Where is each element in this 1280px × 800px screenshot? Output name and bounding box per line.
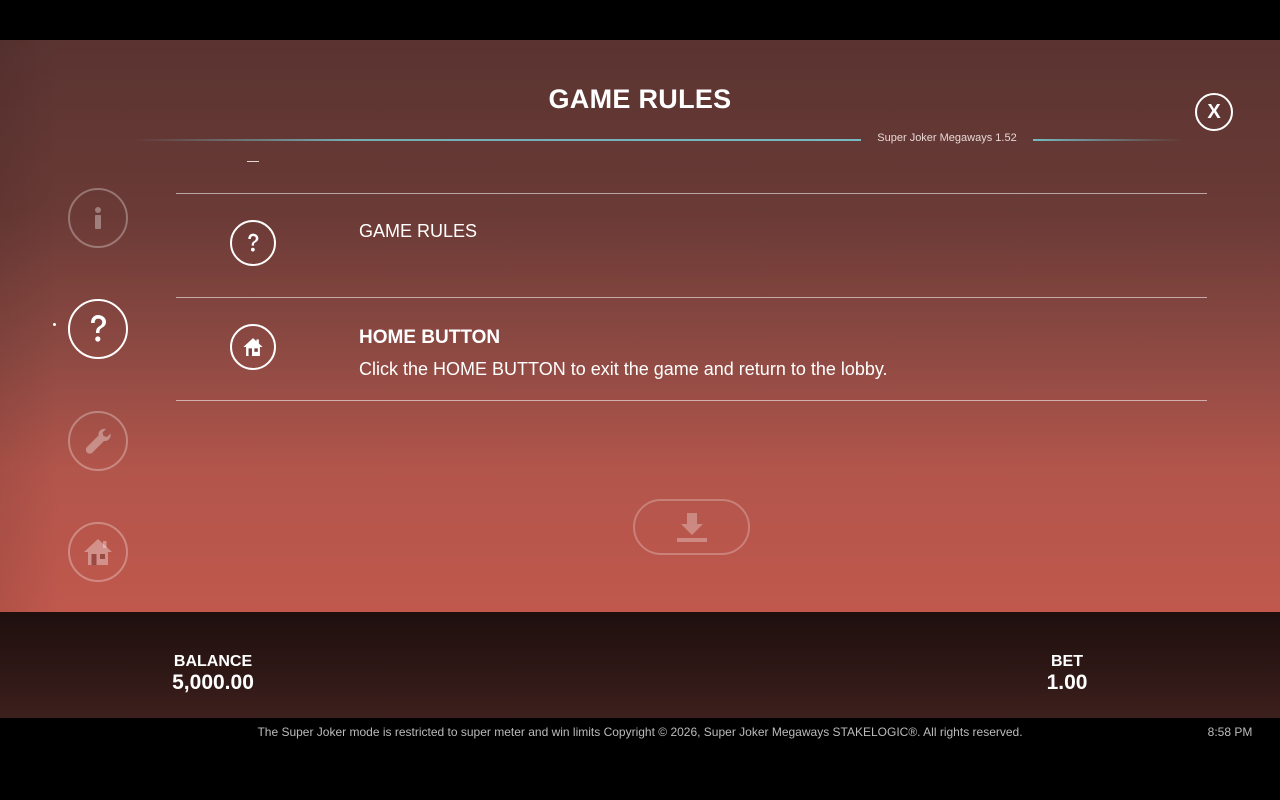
balance-value: 5,000.00 [172, 671, 254, 694]
row-icon-wrapper [230, 324, 276, 370]
home-icon [243, 338, 263, 356]
row-divider [176, 193, 1207, 194]
row-divider [176, 400, 1207, 401]
title-divider-right [1033, 139, 1183, 141]
sidebar-item-info[interactable] [68, 188, 128, 248]
bet-label: BET [1051, 653, 1083, 670]
question-icon [248, 233, 259, 252]
question-icon [91, 315, 106, 342]
sidebar-item-settings[interactable] [68, 411, 128, 471]
panel-shade [0, 40, 60, 612]
scrolled-content-edge [247, 161, 259, 162]
status-bar: BALANCE 5,000.00 BET 1.00 [0, 612, 1280, 718]
close-label: X [1207, 100, 1221, 123]
rule-description: Click the HOME BUTTON to exit the game a… [359, 359, 888, 379]
wrench-icon [85, 428, 111, 454]
bet-value: 1.00 [1046, 671, 1088, 694]
sidebar-item-home[interactable] [68, 522, 128, 582]
title-divider-left [130, 139, 861, 141]
balance-label: BALANCE [173, 653, 253, 670]
copyright-text: The Super Joker mode is restricted to su… [257, 725, 1023, 739]
row-divider [176, 297, 1207, 298]
rule-title: GAME RULES [359, 221, 478, 241]
home-icon [84, 539, 112, 565]
row-icon-wrapper [230, 220, 276, 266]
page-title: GAME RULES [548, 84, 732, 114]
download-icon [676, 513, 707, 542]
footer: The Super Joker mode is restricted to su… [0, 718, 1280, 800]
sidebar-item-game-rules[interactable] [68, 299, 128, 359]
clock: 8:58 PM [1207, 725, 1253, 739]
download-button[interactable] [633, 499, 750, 555]
active-indicator [53, 323, 56, 326]
rule-title: HOME BUTTON [359, 327, 501, 348]
rules-panel: GAME RULES Super Joker Megaways 1.52 X G… [0, 40, 1280, 612]
top-bar [0, 0, 1280, 40]
info-icon [95, 207, 101, 229]
close-button[interactable]: X [1195, 93, 1233, 131]
version-label: Super Joker Megaways 1.52 [877, 132, 1017, 144]
